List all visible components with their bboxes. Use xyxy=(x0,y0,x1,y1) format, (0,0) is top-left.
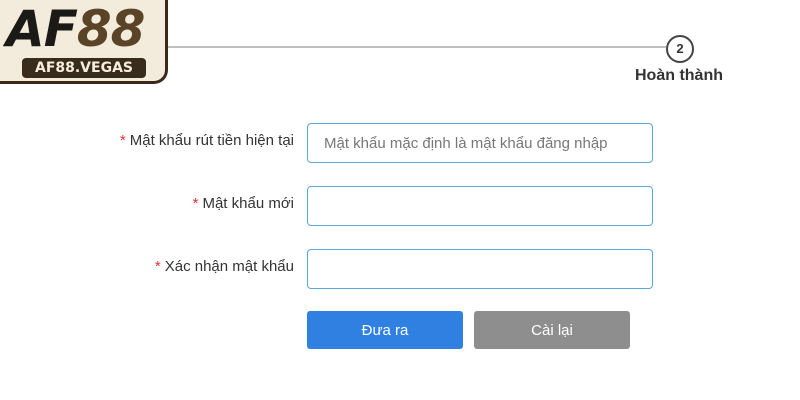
af88-logo: AF88 AF88.VEGAS xyxy=(0,0,168,84)
current-withdraw-password-input[interactable] xyxy=(307,123,653,163)
confirm-password-input[interactable] xyxy=(307,249,653,289)
step-number-badge: 2 xyxy=(666,35,694,63)
logo-wordmark: AF88 xyxy=(6,0,162,58)
required-mark: * xyxy=(192,195,199,212)
new-password-label: * Mật khẩu mới xyxy=(193,195,294,212)
submit-button[interactable]: Đưa ra xyxy=(307,311,463,349)
required-mark: * xyxy=(119,132,126,149)
field-label-text: Mật khẩu rút tiền hiện tại xyxy=(129,132,294,149)
field-label-text: Mật khẩu mới xyxy=(202,195,294,212)
progress-line xyxy=(168,46,666,48)
logo-suffix: 88 xyxy=(76,0,146,58)
current-withdraw-password-label: * Mật khẩu rút tiền hiện tại xyxy=(120,132,294,149)
new-password-input[interactable] xyxy=(307,186,653,226)
step-label: Hoàn thành xyxy=(635,67,723,84)
required-mark: * xyxy=(154,258,161,275)
confirm-password-label: * Xác nhận mật khẩu xyxy=(155,258,294,275)
logo-domain: AF88.VEGAS xyxy=(22,58,146,78)
logo-prefix: AF xyxy=(6,0,78,58)
reset-button[interactable]: Cài lại xyxy=(474,311,630,349)
field-label-text: Xác nhận mật khẩu xyxy=(164,258,294,275)
